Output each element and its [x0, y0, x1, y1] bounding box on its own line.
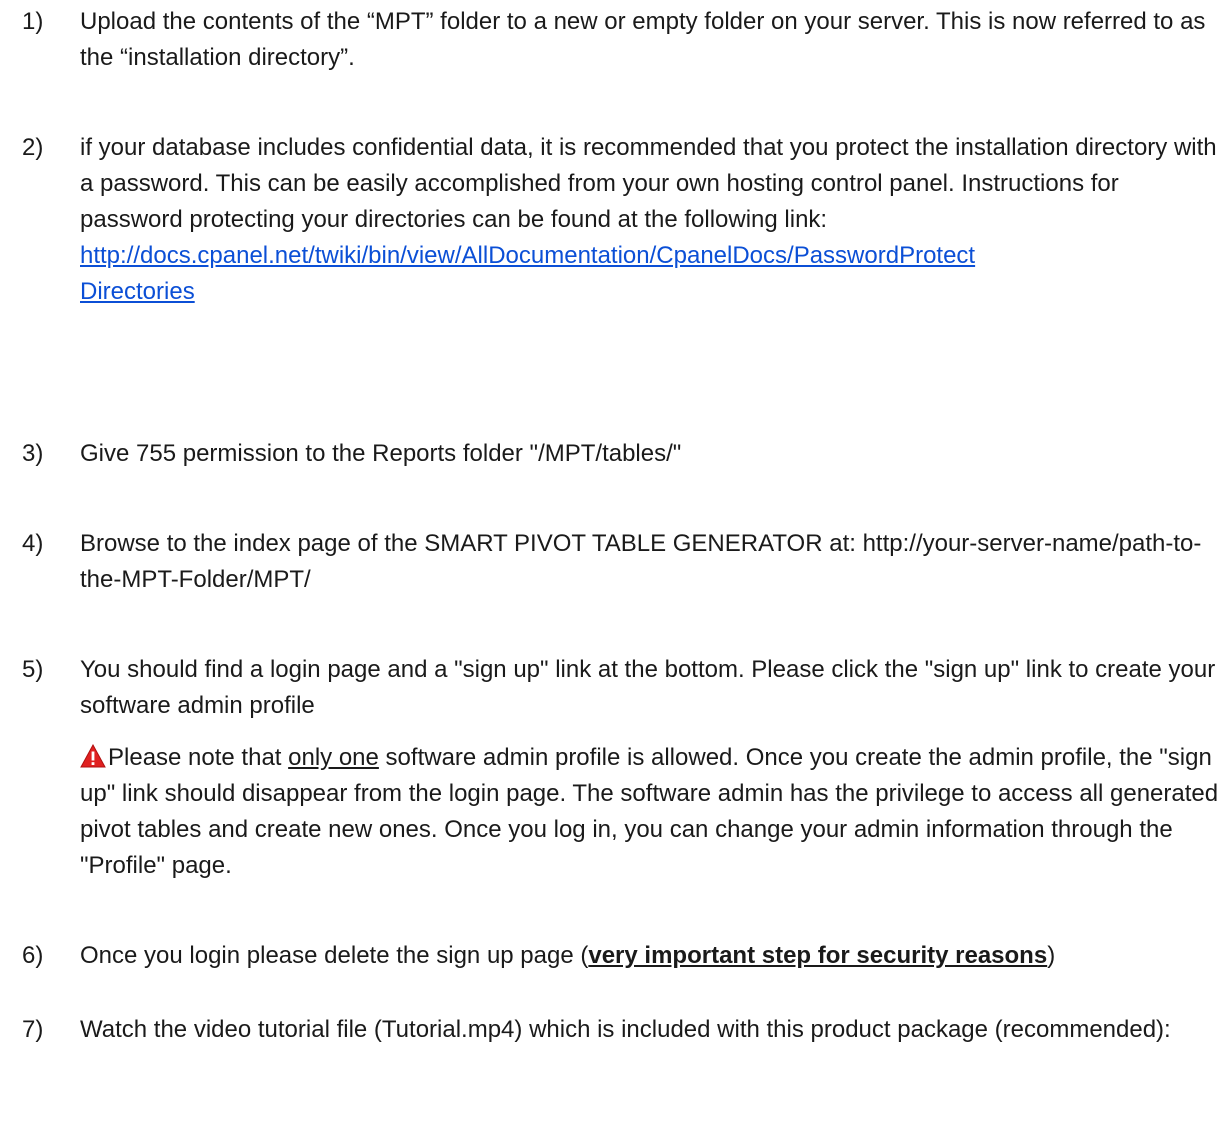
step-number: 7): [22, 1016, 44, 1043]
step-number: 2): [22, 134, 44, 161]
step-text: Once you login please delete the sign up…: [80, 938, 1220, 974]
step-text: Give 755 permission to the Reports folde…: [80, 440, 682, 467]
step-number: 3): [22, 440, 44, 467]
warning-icon: [80, 744, 106, 768]
step-text: Browse to the index page of the SMART PI…: [80, 530, 1202, 593]
step-text-after: ): [1047, 942, 1056, 969]
step-2: 2) if your database includes confidentia…: [22, 130, 1217, 310]
cpanel-docs-link-continued[interactable]: Directories: [80, 274, 1220, 310]
step-number: 1): [22, 8, 44, 35]
step-5: 5) You should find a login page and a "s…: [22, 652, 1220, 884]
step-4: 4) Browse to the index page of the SMART…: [22, 526, 1217, 598]
step-6: 6) Once you login please delete the sign…: [22, 938, 1217, 974]
step-number: 6): [22, 942, 44, 969]
security-warning: very important step for security reasons: [588, 942, 1048, 969]
step-7: 7) Watch the video tutorial file (Tutori…: [22, 1012, 1217, 1048]
admin-profile-note: Please note that only one software admin…: [80, 740, 1220, 884]
step-text: Upload the contents of the “MPT” folder …: [80, 8, 1206, 71]
step-number: 4): [22, 530, 44, 557]
step-text-before: Once you login please delete the sign up…: [80, 942, 589, 969]
step-text: if your database includes confidential d…: [80, 134, 1217, 233]
step-1: 1) Upload the contents of the “MPT” fold…: [22, 4, 1217, 76]
cpanel-docs-link[interactable]: http://docs.cpanel.net/twiki/bin/view/Al…: [80, 238, 1220, 274]
step-text: You should find a login page and a "sign…: [80, 656, 1216, 719]
step-3: 3) Give 755 permission to the Reports fo…: [22, 436, 1217, 472]
note-text-before: Please note that: [108, 744, 289, 771]
step-text: Watch the video tutorial file (Tutorial.…: [80, 1016, 1171, 1043]
note-only-one: only one: [288, 744, 379, 771]
step-number: 5): [22, 656, 44, 683]
